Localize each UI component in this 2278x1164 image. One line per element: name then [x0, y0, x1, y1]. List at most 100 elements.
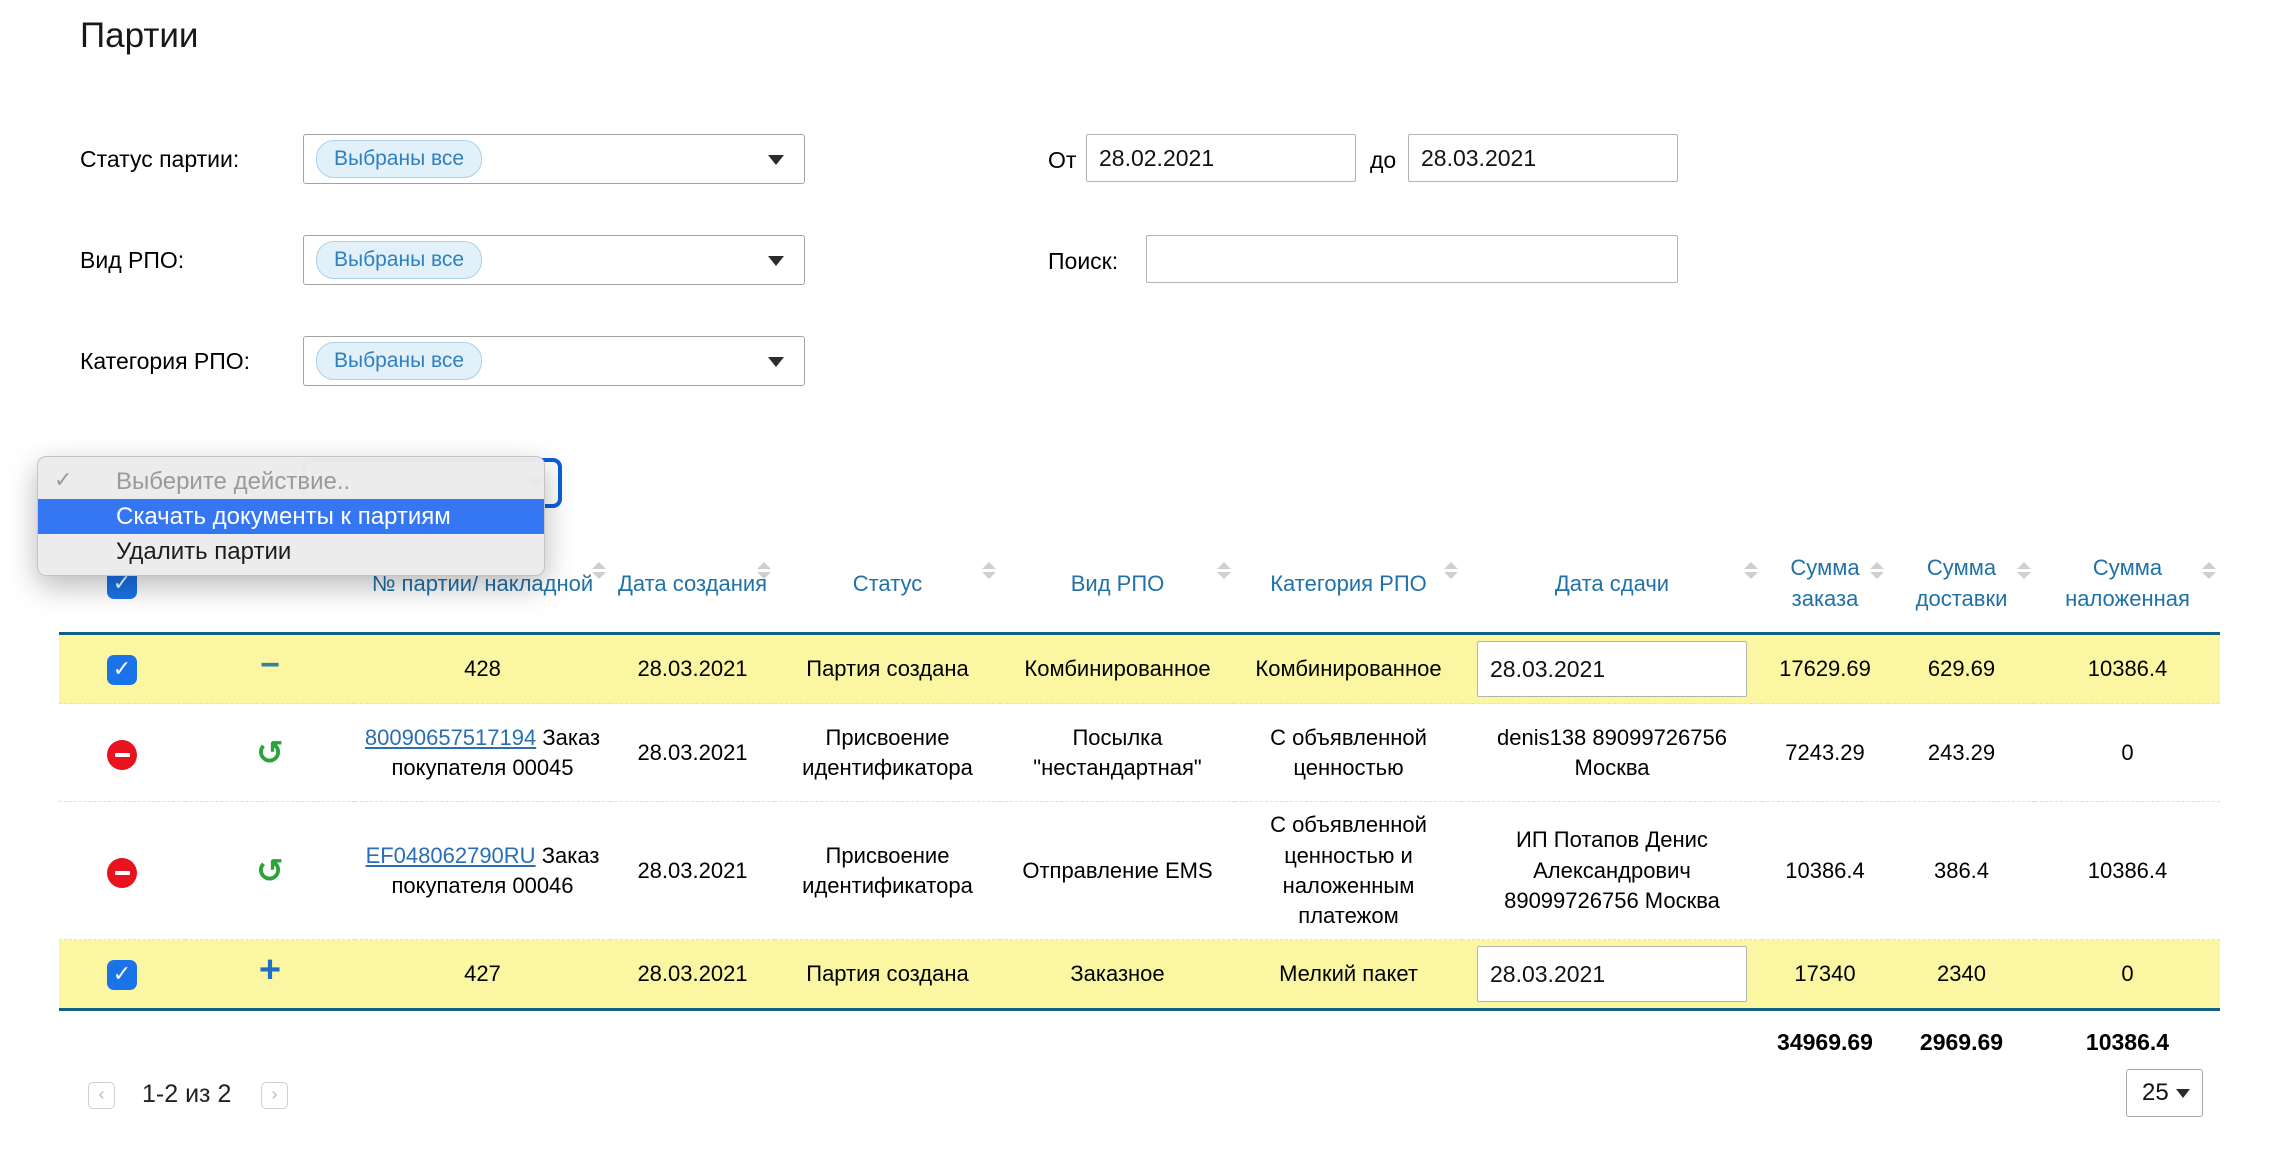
sort-icon[interactable] — [757, 562, 771, 579]
handover-date-input[interactable] — [1477, 946, 1747, 1003]
batch-number-cell: 428 — [355, 633, 610, 705]
sort-icon[interactable] — [592, 562, 606, 579]
shipment-barcode-link[interactable]: 80090657517194 — [365, 725, 536, 750]
menu-item-delete-batches[interactable]: Удалить партии — [38, 534, 544, 569]
column-header-rpo-category: Категория РПО — [1235, 540, 1462, 636]
delivery-sum-cell: 629.69 — [1888, 633, 2035, 705]
created-date-cell: 28.03.2021 — [610, 801, 775, 941]
order-sum-cell: 10386.4 — [1762, 801, 1888, 941]
chevron-right-icon: › — [271, 1084, 278, 1104]
rpo-type-select[interactable]: Выбраны все — [303, 235, 805, 285]
table-row-shipment-00045: ↺ 80090657517194 Заказ покупателя 00045 … — [59, 703, 2220, 803]
next-page-button[interactable]: › — [261, 1082, 288, 1109]
batches-page: Партии Статус партии: Выбраны все Вид РП… — [0, 0, 2278, 1164]
page-size-select[interactable]: 25 — [2126, 1069, 2203, 1117]
page-title: Партии — [80, 16, 199, 55]
chevron-down-icon — [2176, 1089, 2190, 1098]
expand-icon[interactable]: + — [259, 949, 281, 991]
undo-icon[interactable]: ↺ — [256, 851, 284, 890]
sort-icon[interactable] — [1744, 562, 1758, 579]
column-header-cod-sum: Сумма наложенная — [2035, 540, 2220, 636]
shipment-number-cell: EF048062790RU Заказ покупателя 00046 — [355, 801, 610, 941]
rpo-category-cell: Мелкий пакет — [1235, 939, 1462, 1012]
totals-row: 34969.69 2969.69 10386.4 — [59, 1010, 2220, 1074]
chevron-down-icon — [768, 256, 784, 266]
status-cell: Партия создана — [775, 939, 1000, 1012]
column-header-status: Статус — [775, 540, 1000, 636]
column-header-rpo-type: Вид РПО — [1000, 540, 1235, 636]
undo-icon[interactable]: ↺ — [256, 733, 284, 772]
sort-icon[interactable] — [1217, 562, 1231, 579]
total-cod-sum: 10386.4 — [2085, 1029, 2170, 1056]
rpo-type-cell: Заказное — [1000, 939, 1235, 1012]
search-input[interactable] — [1146, 235, 1678, 283]
selected-all-chip: Выбраны все — [316, 140, 483, 178]
column-header-order-sum: Сумма заказа — [1762, 540, 1888, 636]
remove-shipment-icon[interactable] — [107, 740, 137, 771]
rpo-category-select[interactable]: Выбраны все — [303, 336, 805, 386]
delivery-sum-cell: 2340 — [1888, 939, 2035, 1012]
pagination-range: 1-2 из 2 — [142, 1080, 232, 1108]
menu-item-download-documents[interactable]: Скачать документы к партиям — [38, 499, 544, 534]
rpo-type-cell: Комбинированное — [1000, 633, 1235, 705]
batches-table: ✓ № партии/ накладной Дата создания Стат… — [59, 540, 2220, 1073]
column-header-created-date: Дата создания — [610, 540, 775, 636]
created-date-cell: 28.03.2021 — [610, 633, 775, 705]
batch-status-select[interactable]: Выбраны все — [303, 134, 805, 184]
menu-item-choose-action[interactable]: ✓ Выберите действие.. — [38, 464, 544, 499]
column-header-delivery-sum: Сумма доставки — [1888, 540, 2035, 636]
delivery-sum-cell: 386.4 — [1888, 801, 2035, 941]
order-sum-cell: 7243.29 — [1762, 703, 1888, 803]
date-to-label: до — [1370, 147, 1397, 173]
status-cell: Присвоение идентификатора — [775, 801, 1000, 941]
sort-icon[interactable] — [2017, 562, 2031, 579]
rpo-type-label: Вид РПО: — [80, 247, 185, 273]
selected-all-chip: Выбраны все — [316, 342, 483, 380]
chevron-down-icon — [768, 155, 784, 165]
batch-action-menu: ✓ Выберите действие.. Скачать документы … — [37, 456, 545, 576]
recipient-cell: ИП Потапов Денис Александрович 890997267… — [1462, 801, 1762, 941]
cod-sum-cell: 0 — [2035, 939, 2220, 1012]
column-header-handover-date: Дата сдачи — [1462, 540, 1762, 636]
table-row-batch-428: ✓ − 428 28.03.2021 Партия создана Комбин… — [59, 633, 2220, 705]
table-row-batch-427: ✓ + 427 28.03.2021 Партия создана Заказн… — [59, 939, 2220, 1012]
date-from-label: От — [1048, 147, 1077, 173]
remove-shipment-icon[interactable] — [107, 858, 137, 889]
recipient-cell: denis138 89099726756 Москва — [1462, 703, 1762, 803]
select-row-checkbox[interactable]: ✓ — [107, 960, 137, 991]
cod-sum-cell: 10386.4 — [2035, 633, 2220, 705]
date-from-input[interactable] — [1086, 134, 1356, 182]
search-label: Поиск: — [1048, 248, 1119, 274]
order-sum-cell: 17340 — [1762, 939, 1888, 1012]
delivery-sum-cell: 243.29 — [1888, 703, 2035, 803]
status-cell: Партия создана — [775, 633, 1000, 705]
cod-sum-cell: 10386.4 — [2035, 801, 2220, 941]
created-date-cell: 28.03.2021 — [610, 939, 775, 1012]
cod-sum-cell: 0 — [2035, 703, 2220, 803]
collapse-icon[interactable]: − — [260, 646, 280, 684]
check-icon: ✓ — [54, 468, 73, 493]
selected-all-chip: Выбраны все — [316, 241, 483, 279]
date-to-input[interactable] — [1408, 134, 1678, 182]
shipment-barcode-link[interactable]: EF048062790RU — [366, 843, 536, 868]
rpo-type-cell: Отправление EMS — [1000, 801, 1235, 941]
prev-page-button[interactable]: ‹ — [88, 1082, 115, 1109]
sort-icon[interactable] — [1870, 562, 1884, 579]
rpo-category-cell: С объявленной ценностью и наложенным пла… — [1235, 801, 1462, 941]
rpo-category-cell: С объявленной ценностью — [1235, 703, 1462, 803]
handover-date-input[interactable] — [1477, 641, 1747, 698]
chevron-left-icon: ‹ — [98, 1084, 105, 1104]
rpo-category-cell: Комбинированное — [1235, 633, 1462, 705]
rpo-type-cell: Посылка "нестандартная" — [1000, 703, 1235, 803]
table-row-shipment-00046: ↺ EF048062790RU Заказ покупателя 00046 2… — [59, 801, 2220, 941]
rpo-category-label: Категория РПО: — [80, 348, 251, 374]
sort-icon[interactable] — [2202, 562, 2216, 579]
sort-icon[interactable] — [982, 562, 996, 579]
select-row-checkbox[interactable]: ✓ — [107, 655, 137, 686]
sort-icon[interactable] — [1444, 562, 1458, 579]
total-delivery-sum: 2969.69 — [1919, 1029, 2004, 1056]
created-date-cell: 28.03.2021 — [610, 703, 775, 803]
chevron-down-icon — [768, 357, 784, 367]
status-cell: Присвоение идентификатора — [775, 703, 1000, 803]
batch-status-label: Статус партии: — [80, 146, 240, 172]
